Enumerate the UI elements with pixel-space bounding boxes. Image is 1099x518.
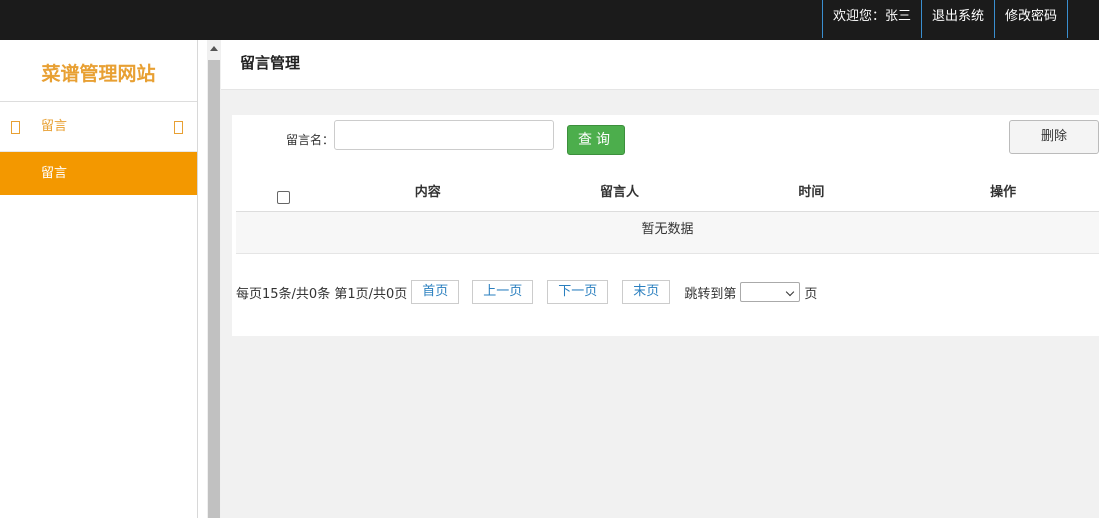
message-name-input[interactable] xyxy=(334,120,554,150)
site-brand: 菜谱管理网站 xyxy=(0,40,197,102)
empty-row: 暂无数据 xyxy=(236,212,1099,254)
select-all-checkbox[interactable] xyxy=(277,191,290,204)
table-header: 内容 留言人 时间 操作 xyxy=(236,173,1099,212)
sidebar-item-message[interactable]: 留言 xyxy=(0,152,197,195)
page-title: 留言管理 xyxy=(221,40,1099,90)
top-links: 欢迎您：张三 退出系统 修改密码 xyxy=(821,0,1068,38)
last-page-button[interactable]: 末页 xyxy=(622,280,671,304)
top-bar: 欢迎您：张三 退出系统 修改密码 xyxy=(0,0,1099,40)
pagination: 每页15条/共0条 第1页/共0页 首页 上一页 下一页 末页 跳转到第 页 xyxy=(236,280,817,304)
message-table: 内容 留言人 时间 操作 暂无数据 xyxy=(236,173,1099,254)
pagination-summary: 每页15条/共0条 第1页/共0页 xyxy=(236,286,408,302)
jump-prefix-label: 跳转到第 xyxy=(684,286,737,302)
first-page-button[interactable]: 首页 xyxy=(411,280,460,304)
scrollbar-thumb[interactable] xyxy=(208,60,220,518)
search-label: 留言名： xyxy=(286,133,335,147)
change-password-link[interactable]: 修改密码 xyxy=(993,0,1068,38)
column-header-time: 时间 xyxy=(798,185,825,200)
main-content: 留言管理 留言名： 查询 删除 内容 留言人 时间 操作 暂无数据 每页15条/… xyxy=(221,40,1099,518)
sidebar-group-message[interactable]: 留言 xyxy=(0,102,197,152)
sidebar: 菜谱管理网站 留言 留言 xyxy=(0,40,198,518)
menu-icon xyxy=(11,121,20,134)
column-header-content: 内容 xyxy=(414,185,441,200)
next-page-button[interactable]: 下一页 xyxy=(547,280,609,304)
jump-page-select[interactable] xyxy=(740,282,801,302)
jump-suffix-label: 页 xyxy=(804,286,818,302)
delete-button[interactable]: 删除 xyxy=(1009,120,1099,154)
welcome-text: 欢迎您：张三 xyxy=(821,0,921,38)
sidebar-group-label: 留言 xyxy=(41,119,68,134)
query-button[interactable]: 查询 xyxy=(567,125,625,155)
message-panel: 留言名： 查询 删除 内容 留言人 时间 操作 暂无数据 每页15条/共0条 第… xyxy=(232,115,1099,336)
logout-link[interactable]: 退出系统 xyxy=(920,0,994,38)
prev-page-button[interactable]: 上一页 xyxy=(472,280,534,304)
expand-icon xyxy=(174,121,183,134)
select-all-cell xyxy=(236,173,332,212)
scroll-up-arrow-icon[interactable] xyxy=(210,46,218,51)
column-header-author: 留言人 xyxy=(600,185,640,200)
vertical-scrollbar[interactable] xyxy=(207,40,221,518)
column-header-actions: 操作 xyxy=(990,185,1017,200)
